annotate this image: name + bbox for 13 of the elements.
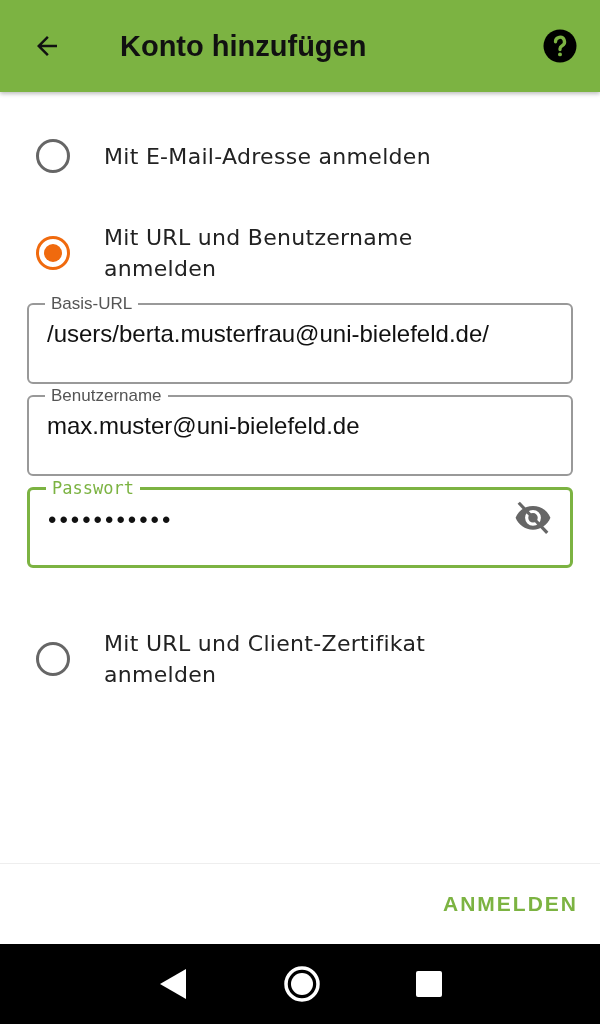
input-field[interactable]: Benutzername max.muster@uni-bielefeld.de [27,386,573,476]
option-label[interactable]: Mit E-Mail-Adresse anmelden [104,140,431,172]
radio-button[interactable] [36,139,70,173]
input-field[interactable]: Basis-URL /users/berta.musterfrau@uni-bielefeld.de/ [27,294,573,384]
help-icon[interactable] [542,28,578,64]
radio-button[interactable] [36,236,70,270]
option-label[interactable]: Mit URL und Benutzername anmelden [104,222,484,284]
home-icon[interactable] [283,965,321,1003]
radio-button[interactable] [36,642,70,676]
recents-icon[interactable] [416,971,443,997]
screen-title: Konto hinzufügen [120,29,368,63]
password-field[interactable]: Passwort ••••••••••• [27,478,573,568]
option-label[interactable]: Mit URL und Client-Zertifikat anmelden [104,628,484,690]
